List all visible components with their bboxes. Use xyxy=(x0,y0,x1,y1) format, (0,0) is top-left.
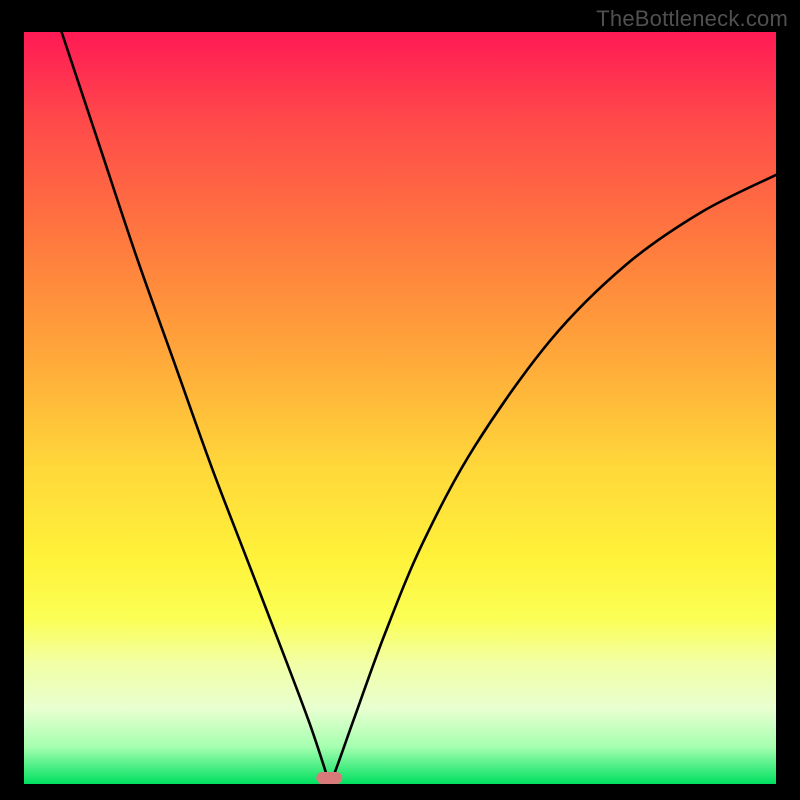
minimum-marker xyxy=(316,772,342,784)
plot-area xyxy=(24,32,776,784)
chart-frame: TheBottleneck.com xyxy=(0,0,800,800)
curve-svg xyxy=(24,32,776,784)
bottleneck-curve xyxy=(24,32,776,784)
watermark-text: TheBottleneck.com xyxy=(596,6,788,32)
